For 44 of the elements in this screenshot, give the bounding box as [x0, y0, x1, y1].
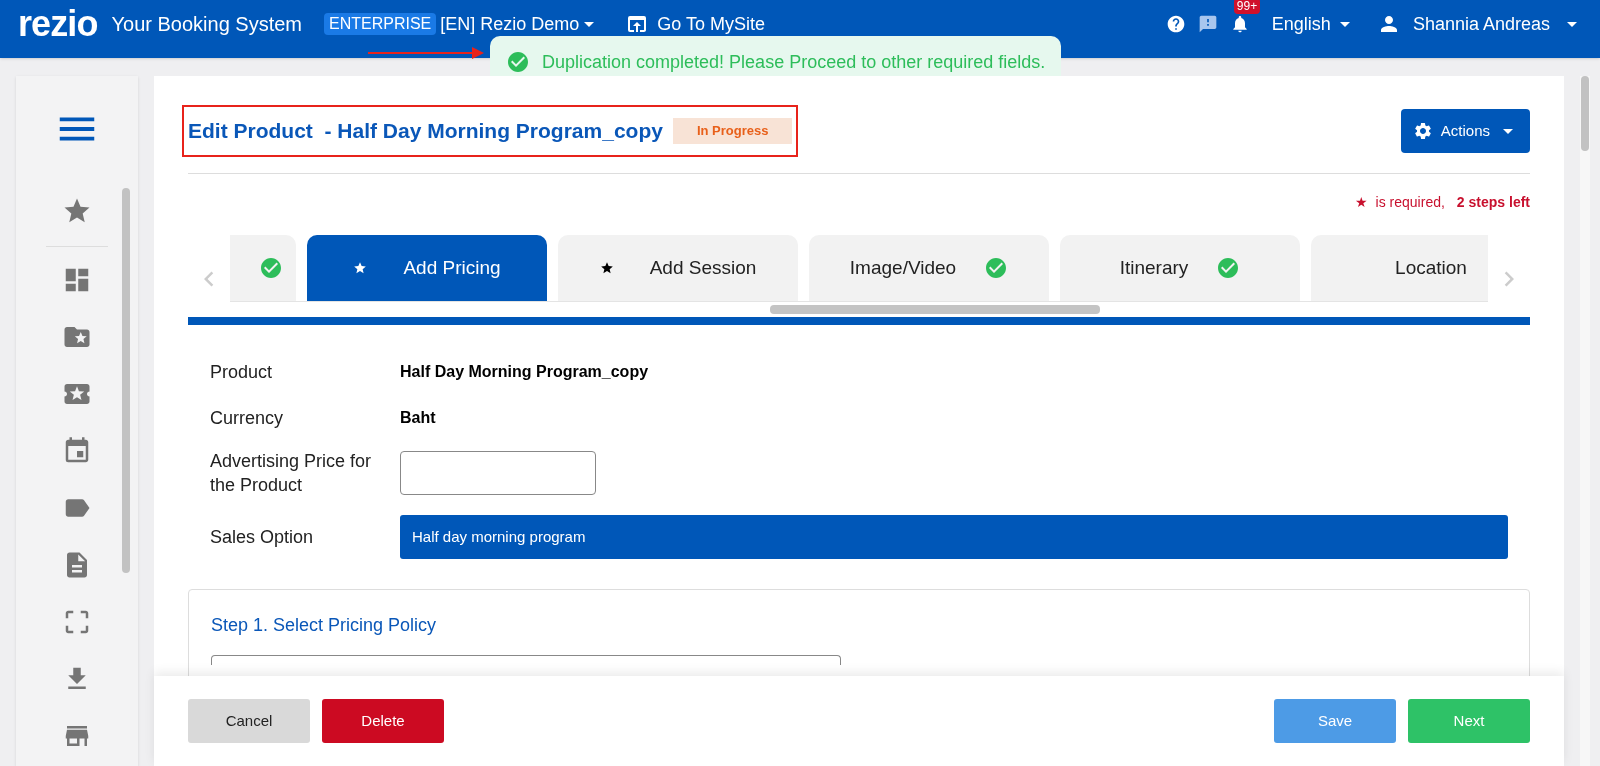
plan-badge: ENTERPRISE — [324, 13, 437, 35]
caret-icon — [1339, 21, 1350, 27]
help-icon[interactable] — [1165, 14, 1186, 34]
field-label: Advertising Price for the Product — [210, 450, 373, 497]
step-tab[interactable]: Image/Video — [809, 235, 1049, 301]
caret-icon — [1567, 21, 1577, 27]
scrollbar-thumb[interactable] — [122, 188, 130, 573]
field-label: Product — [210, 361, 274, 384]
tabs-scrollbar[interactable] — [770, 305, 1100, 314]
steps-left: 2 steps left — [1456, 193, 1530, 212]
delete-button[interactable]: Delete — [322, 699, 444, 743]
page-title: Edit Product - Half Day Morning Program_copy — [188, 118, 663, 145]
pricing-policy-select[interactable] — [211, 655, 841, 665]
caret-icon — [1503, 128, 1513, 134]
mysite-link[interactable]: Go To MySite — [625, 10, 766, 38]
page-scrollbar-thumb[interactable] — [1581, 76, 1589, 151]
field-value: Baht — [400, 408, 436, 428]
price-input-field[interactable] — [400, 451, 596, 495]
app-title: Your Booking System — [111, 12, 302, 37]
step-tab[interactable]: Itinerary — [1060, 235, 1300, 301]
status-badge: In Progress — [672, 118, 793, 144]
language-dropdown[interactable]: English — [1271, 10, 1355, 38]
required-star-label: ★ — [1354, 193, 1368, 212]
toast-message: Duplication completed! Please Proceed to other required fields. — [542, 50, 1046, 74]
cancel-button[interactable]: Cancel — [188, 699, 310, 743]
logo[interactable]: rezio — [18, 6, 98, 42]
required-note: is required, — [1375, 193, 1445, 212]
step-tab[interactable]: Add Pricing — [307, 235, 547, 301]
actions-button[interactable]: Actions — [1400, 109, 1530, 153]
field-label: Currency — [210, 407, 285, 430]
step-tab[interactable]: Add Session — [558, 235, 798, 301]
caret-icon — [584, 21, 595, 27]
feedback-icon[interactable] — [1197, 14, 1218, 34]
user-menu[interactable]: Shannia Andreas — [1376, 10, 1582, 38]
card-title: Step 1. Select Pricing Policy — [211, 615, 437, 635]
account-dropdown[interactable]: [EN] Rezio Demo — [440, 10, 600, 38]
notification-badge: 99+ — [1233, 0, 1261, 14]
field-value: Half Day Morning Program_copy — [400, 362, 649, 382]
step-tab[interactable]: Location — [1311, 235, 1488, 301]
field-label: Sales Option — [210, 526, 315, 549]
step-tab[interactable] — [230, 235, 296, 301]
gear-icon — [1412, 121, 1433, 141]
check-icon — [506, 50, 530, 74]
sales-option-select[interactable]: Half day morning program — [400, 515, 1508, 559]
